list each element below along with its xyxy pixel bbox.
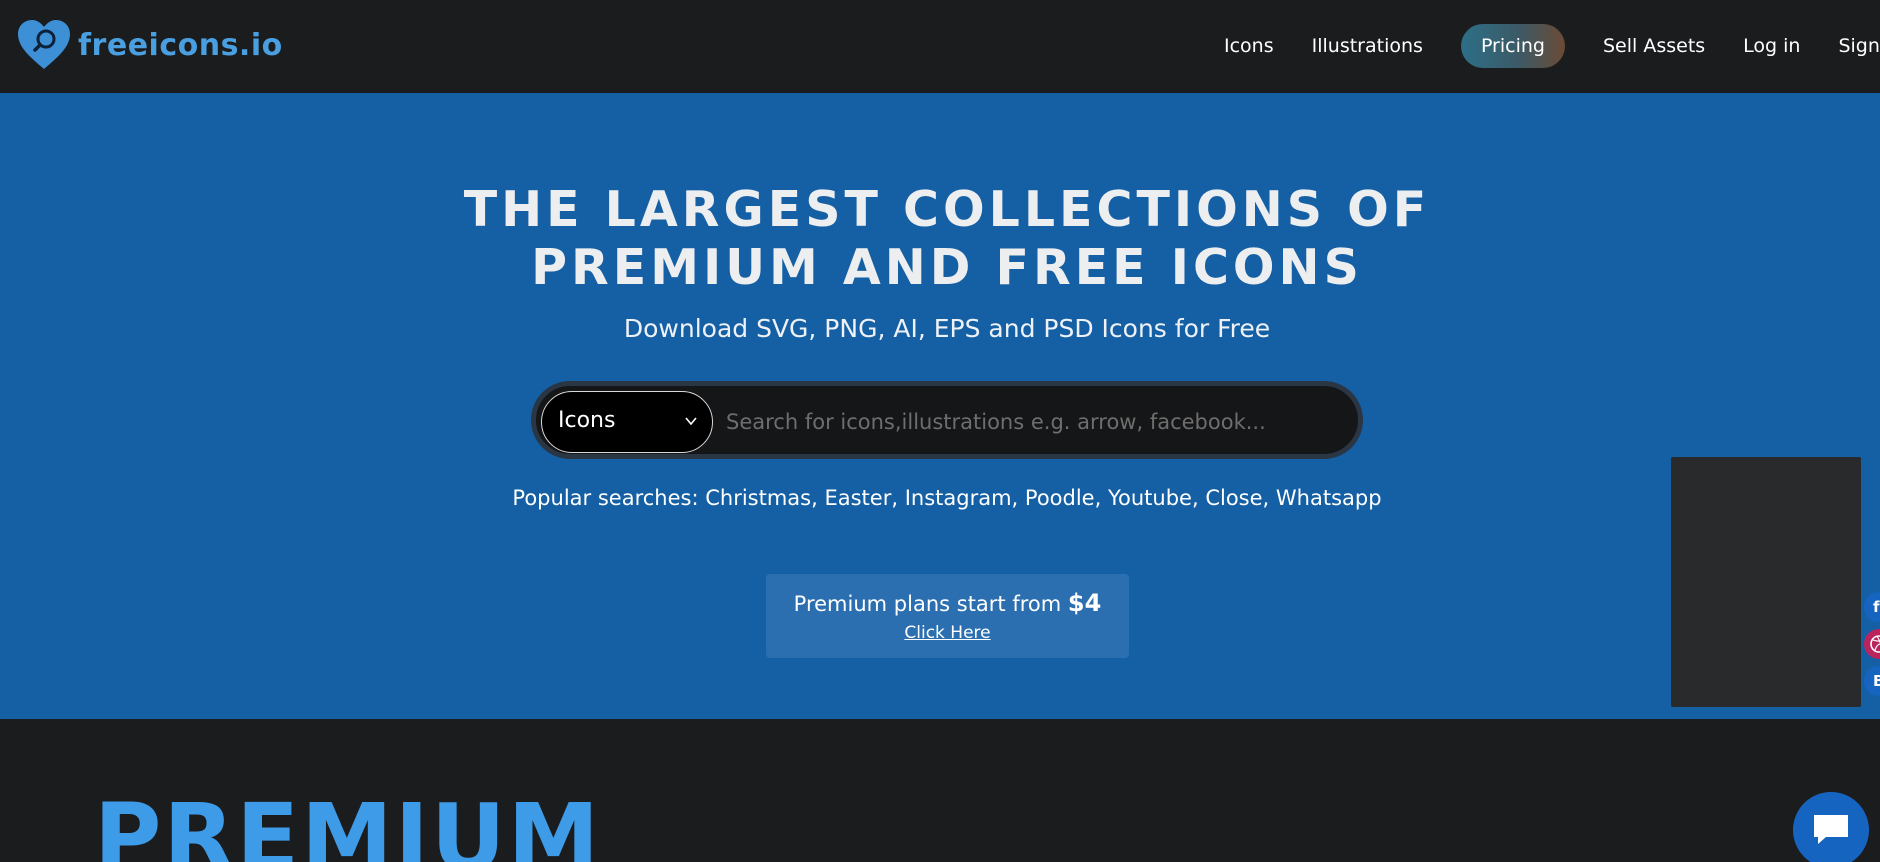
search-bar: Icons [531,381,1363,459]
search-category-label: Icons [558,408,616,433]
behance-letter: B [1873,672,1880,690]
side-panel [1671,457,1861,707]
premium-plans-text: Premium plans start from $4 [766,589,1129,617]
premium-plans-label: Premium plans start from [793,592,1062,616]
site-header: freeicons.io Icons Illustrations Pricing… [0,0,1880,93]
popular-term-instagram[interactable]: Instagram [905,486,1012,510]
popular-searches: Popular searches: Christmas, Easter, Ins… [512,486,1382,510]
premium-section-title: PREMIUM [94,784,602,862]
popular-term-whatsapp[interactable]: Whatsapp [1276,486,1382,510]
dribbble-glyph-icon [1870,635,1880,653]
hero-section: THE LARGEST COLLECTIONS OF PREMIUM AND F… [0,93,1880,719]
nav-login[interactable]: Log in [1743,35,1800,57]
premium-plans-box: Premium plans start from $4 Click Here [766,574,1129,658]
nav-icons[interactable]: Icons [1224,35,1274,57]
premium-price: $4 [1067,589,1102,617]
chevron-down-icon [685,417,697,426]
popular-term-easter[interactable]: Easter [824,486,891,510]
hero-subtitle: Download SVG, PNG, AI, EPS and PSD Icons… [623,314,1271,343]
premium-click-here-link[interactable]: Click Here [766,623,1129,643]
chat-bubble-icon [1814,815,1848,844]
popular-searches-label: Popular searches: [512,486,699,510]
popular-term-youtube[interactable]: Youtube [1108,486,1192,510]
search-input[interactable] [726,398,1326,446]
hero-title-line-1: THE LARGEST COLLECTIONS OF [463,181,1431,238]
dribbble-icon[interactable] [1864,629,1880,659]
popular-term-christmas[interactable]: Christmas [705,486,811,510]
nav-illustrations[interactable]: Illustrations [1312,35,1423,57]
chat-button[interactable] [1793,792,1869,862]
popular-term-poodle[interactable]: Poodle [1025,486,1095,510]
nav-pricing-button[interactable]: Pricing [1460,24,1565,68]
nav-signup[interactable]: Sign up [1838,35,1880,57]
logo[interactable]: freeicons.io [16,20,283,70]
main-nav: Icons Illustrations Pricing Sell Assets … [1224,24,1880,68]
search-category-select[interactable]: Icons [541,391,713,453]
popular-term-close[interactable]: Close [1205,486,1262,510]
heart-search-logo-icon [18,20,70,69]
hero-title-line-2: PREMIUM AND FREE ICONS [531,239,1363,296]
hero-title: THE LARGEST COLLECTIONS OF PREMIUM AND F… [0,181,1880,297]
nav-sell-assets[interactable]: Sell Assets [1603,35,1705,57]
logo-text: freeicons.io [78,27,283,63]
facebook-letter: f [1873,598,1880,616]
